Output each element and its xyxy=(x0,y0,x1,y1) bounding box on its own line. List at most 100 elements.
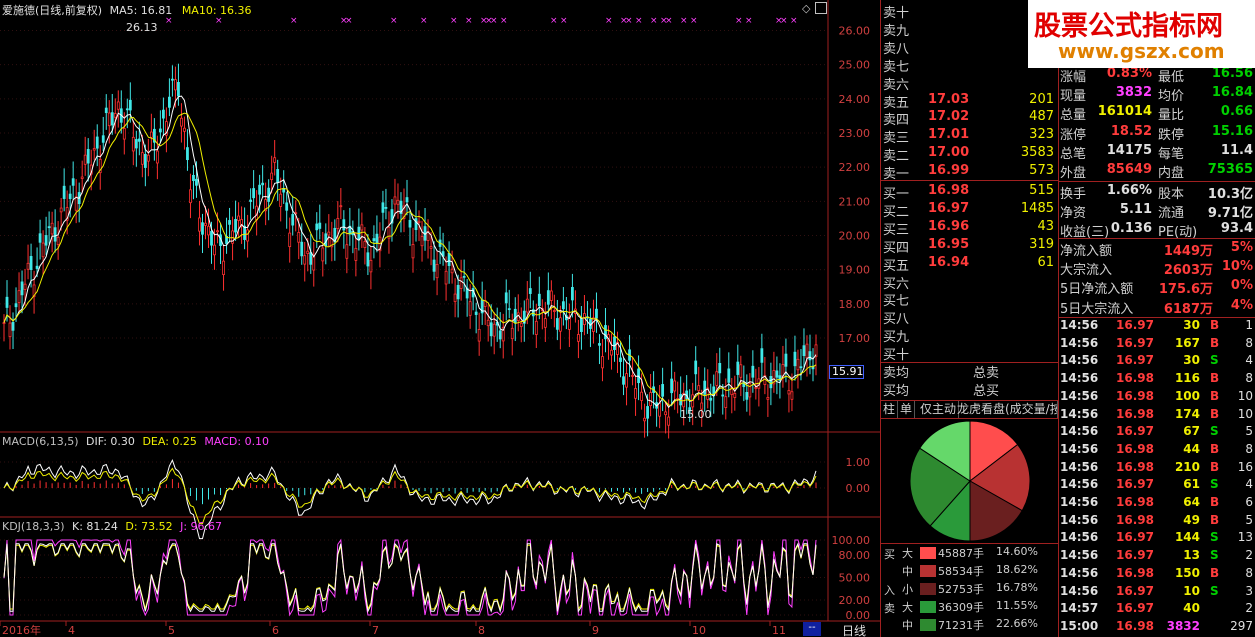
order-level-label: 买三 xyxy=(883,222,910,238)
candle-body xyxy=(26,262,30,270)
flow-row: 大宗流入 2603万 10% xyxy=(1058,259,1255,278)
period-tab[interactable]: 日线 xyxy=(842,622,866,637)
tab-0[interactable]: 柱 xyxy=(881,401,899,418)
stat-value: 93.4 xyxy=(1220,221,1253,237)
buy-order-row[interactable]: 买二 16.97 1485 xyxy=(881,201,1058,220)
trade-row: 14:56 16.97 144 S 13 xyxy=(1058,530,1255,548)
trade-volume: 67 xyxy=(1183,424,1200,439)
candle-body xyxy=(252,188,256,199)
trade-volume: 116 xyxy=(1174,371,1200,386)
candle-body xyxy=(192,174,195,181)
candle-body xyxy=(619,357,622,362)
trade-side: S xyxy=(1210,353,1219,368)
sell-order-row[interactable]: 卖一 16.99 573 xyxy=(881,163,1058,182)
candle-body xyxy=(270,172,274,181)
trade-time: 14:56 xyxy=(1060,318,1099,332)
stat-label: 量比 xyxy=(1158,108,1185,124)
candle-body xyxy=(318,222,322,229)
candle-body xyxy=(107,112,111,127)
total-sell-label: 总卖 xyxy=(973,366,1000,381)
trade-side: S xyxy=(1210,548,1219,563)
trade-time: 14:56 xyxy=(1060,583,1099,598)
site-banner[interactable]: 股票公式指标网 www.gszx.com xyxy=(1028,0,1255,68)
candle-body xyxy=(417,220,421,223)
candle-body xyxy=(210,231,213,246)
close-icon[interactable] xyxy=(815,2,827,14)
tab-2[interactable]: 仅主动 xyxy=(918,401,960,418)
signal-marker: × xyxy=(345,16,353,26)
buy-order-row[interactable]: 买三 16.96 43 xyxy=(881,219,1058,238)
candle-body xyxy=(375,233,379,244)
avg-sell-label: 卖均 xyxy=(883,366,910,381)
candle-body xyxy=(775,370,779,378)
tab-3[interactable]: 龙虎看盘(成交量/按 xyxy=(955,401,1058,418)
candle-body xyxy=(369,259,373,273)
candle-body xyxy=(288,232,292,248)
signal-marker: × xyxy=(500,16,508,26)
buy-order-row[interactable]: 买七 xyxy=(881,290,1058,309)
candle-body xyxy=(149,131,153,138)
sell-order-row[interactable]: 卖六 xyxy=(881,74,1058,93)
trade-side: S xyxy=(1210,477,1219,492)
trade-count: 8 xyxy=(1245,441,1253,456)
tab-1[interactable]: 单 xyxy=(898,401,916,418)
signal-marker: × xyxy=(790,16,798,26)
signal-marker: × xyxy=(745,16,753,26)
trade-price: 16.98 xyxy=(1116,618,1154,633)
sell-order-row[interactable]: 卖四 17.02 487 xyxy=(881,109,1058,128)
moneyflow-size: 小 xyxy=(902,583,913,596)
trade-count: 297 xyxy=(1230,618,1253,633)
sell-order-row[interactable]: 卖二 17.00 3583 xyxy=(881,145,1058,164)
trade-time: 14:56 xyxy=(1060,495,1099,509)
buy-order-row[interactable]: 买五 16.94 61 xyxy=(881,255,1058,274)
candle-body xyxy=(312,256,316,271)
trade-price: 16.98 xyxy=(1116,459,1154,474)
stat-value: 5.11 xyxy=(1119,202,1152,218)
x-axis-label: 4 xyxy=(68,624,75,637)
candle-body xyxy=(784,353,788,367)
sell-order-row[interactable]: 卖三 17.01 323 xyxy=(881,127,1058,146)
trade-count: 13 xyxy=(1237,530,1253,545)
buy-order-row[interactable]: 买四 16.95 319 xyxy=(881,237,1058,256)
order-price: 17.00 xyxy=(928,145,970,161)
candle-body xyxy=(510,327,514,340)
ma5-line xyxy=(3,95,817,409)
candle-body xyxy=(420,236,424,247)
stat-value: 11.4 xyxy=(1220,142,1253,158)
moneyflow-swatch xyxy=(920,547,936,559)
buy-order-row[interactable]: 买十 xyxy=(881,344,1058,363)
kline-chart[interactable]: 26.00 25.00 24.00 23.00 22.00 21.00 20.00 19.00… xyxy=(0,0,880,637)
candle-body xyxy=(721,394,725,397)
trade-row: 14:57 16.97 40 2 xyxy=(1058,601,1255,619)
candle-body xyxy=(83,154,87,165)
chart-area[interactable]: 26.00 25.00 24.00 23.00 22.00 21.00 20.00 19.00… xyxy=(0,0,880,637)
candle-body xyxy=(459,277,463,289)
price-tick-label: 21.00 xyxy=(839,195,871,208)
candle-body xyxy=(697,385,701,392)
sell-order-row[interactable]: 卖五 17.03 201 xyxy=(881,92,1058,111)
buy-order-row[interactable]: 买八 xyxy=(881,308,1058,327)
candle-body xyxy=(285,202,289,211)
kdj-j-line xyxy=(3,538,817,617)
sell-out-label: 卖 xyxy=(884,602,895,615)
candle-body xyxy=(625,373,628,388)
buy-order-row[interactable]: 买六 xyxy=(881,273,1058,292)
order-price: 17.01 xyxy=(928,127,970,143)
x-axis-label: 6 xyxy=(272,624,279,637)
candle-body xyxy=(143,153,147,168)
buy-order-row[interactable]: 买九 xyxy=(881,326,1058,345)
trade-count: 4 xyxy=(1245,353,1253,368)
candle-body xyxy=(53,227,57,242)
trade-time: 14:56 xyxy=(1060,530,1099,545)
candle-body xyxy=(667,416,671,426)
flow-pct: 5% xyxy=(1230,240,1253,255)
flow-value: 1449万 xyxy=(1163,244,1213,259)
stat-label: 涨停 xyxy=(1060,127,1087,143)
price-tick-label: 20.00 xyxy=(839,230,871,243)
collapse-icon[interactable]: ◇ xyxy=(802,2,810,15)
candle-body xyxy=(727,368,731,383)
candle-body xyxy=(216,230,219,233)
flow-row: 5日大宗流入 6187万 4% xyxy=(1058,298,1255,317)
scroll-button[interactable]: -- xyxy=(803,622,821,636)
buy-order-row[interactable]: 买一 16.98 515 xyxy=(881,183,1058,202)
